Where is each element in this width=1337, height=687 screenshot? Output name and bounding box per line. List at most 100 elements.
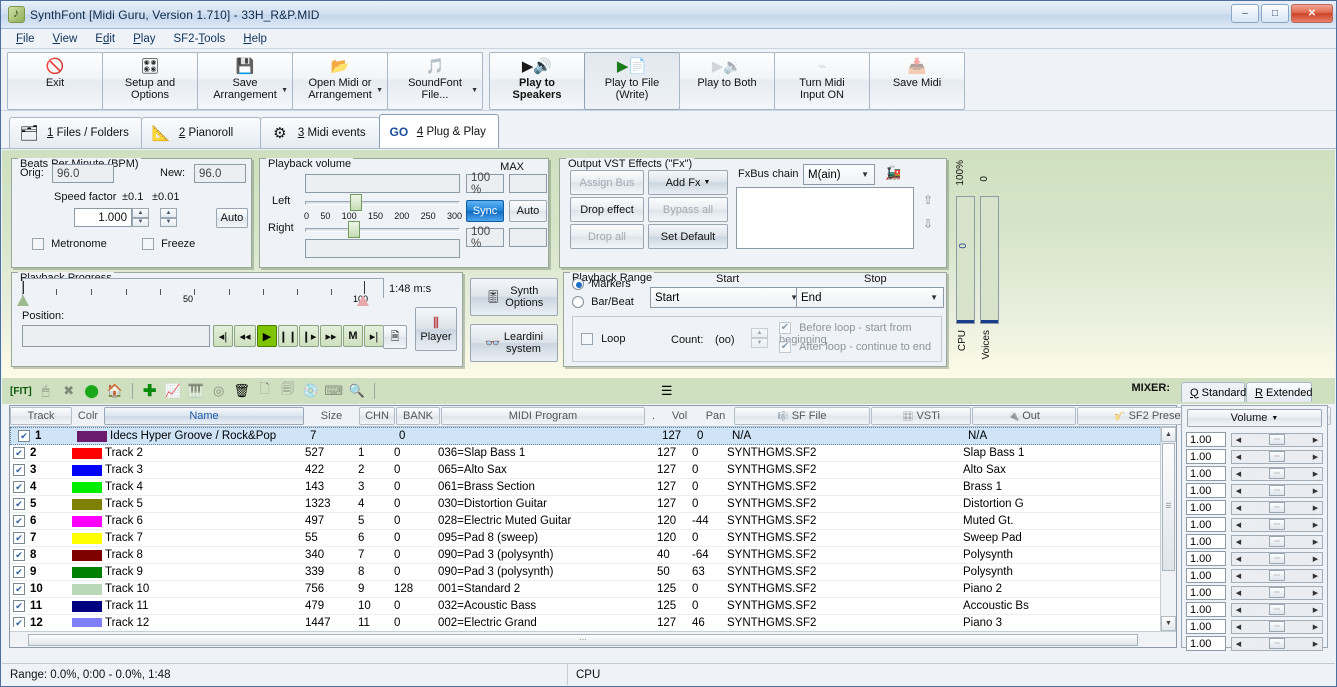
slider-right-arrow-icon[interactable]: ▶ xyxy=(1309,436,1322,444)
track-pan-cell[interactable]: 63 xyxy=(689,566,724,578)
midi-out-cell[interactable]: Piano 3 xyxy=(960,617,1064,627)
track-bank-cell[interactable]: 0 xyxy=(391,566,435,578)
column-header-out[interactable]: 🔌Out xyxy=(972,407,1076,425)
midi-out-cell[interactable]: Polysynth xyxy=(960,566,1064,578)
track-bank-cell[interactable]: 128 xyxy=(391,583,435,595)
mixer-volume-slider[interactable]: ◀ ⋯ ▶ xyxy=(1231,450,1323,464)
track-volume-cell[interactable]: 40 xyxy=(654,549,689,561)
track-enable-checkbox[interactable]: ✔ xyxy=(18,430,30,442)
toolbar-play-to-file-button[interactable]: ▶📄 Play to File (Write) xyxy=(584,52,680,110)
progress-start-marker[interactable] xyxy=(17,295,29,306)
slider-right-arrow-icon[interactable]: ▶ xyxy=(1309,453,1322,461)
sf-file-cell[interactable]: SYNTHGMS.SF2 xyxy=(724,566,860,578)
midi-program-cell[interactable]: 061=Brass Section xyxy=(435,481,639,493)
progress-ruler[interactable]: 50 100 xyxy=(22,278,384,298)
loop-count-stepper[interactable]: ▲▼ xyxy=(751,328,768,348)
column-header-sf-file[interactable]: 🎼SF File xyxy=(734,407,870,425)
mixer-volume-value[interactable]: 1.00 xyxy=(1186,534,1226,549)
track-size-cell[interactable]: 55 xyxy=(302,532,355,544)
mixer-volume-dropdown[interactable]: Volume ▼ xyxy=(1187,409,1322,427)
set-default-button[interactable]: Set Default xyxy=(648,224,728,249)
track-volume-cell[interactable]: 127 xyxy=(659,430,694,442)
track-color-cell[interactable] xyxy=(72,550,102,561)
track-cell[interactable]: ✔8 xyxy=(10,549,72,561)
mixer-volume-slider[interactable]: ◀⋯▶ xyxy=(1231,603,1323,617)
list-view-icon[interactable]: ☰ xyxy=(658,382,676,400)
track-color-cell[interactable] xyxy=(72,448,102,459)
after-loop-wrap[interactable]: ✔ After loop - continue to end xyxy=(779,341,931,353)
track-volume-cell[interactable]: 125 xyxy=(654,583,689,595)
slider-left-arrow-icon[interactable]: ◀ xyxy=(1232,504,1245,512)
table-row[interactable]: ✔8Track 834070090=Pad 3 (polysynth)40-64… xyxy=(10,547,1176,564)
rewind-icon[interactable]: ◂◂ xyxy=(234,325,256,347)
slider-thumb[interactable]: ⋯ xyxy=(1269,451,1285,462)
track-channel-cell[interactable]: 8 xyxy=(355,566,391,578)
trash-icon[interactable]: 🗑 xyxy=(233,382,251,400)
column-header-bank[interactable]: BANK xyxy=(396,407,440,425)
fit-button[interactable]: [FIT] xyxy=(10,386,32,397)
table-vertical-scrollbar[interactable]: ▲ ☰ ▼ xyxy=(1160,427,1176,631)
chevron-down-icon[interactable]: ▼ xyxy=(281,85,288,97)
play-icon[interactable]: ▶ xyxy=(257,325,277,347)
track-cell[interactable]: ✔10 xyxy=(10,583,72,595)
track-name-cell[interactable]: Idecs Hyper Groove / Rock&Pop xyxy=(107,430,307,442)
midi-out-cell[interactable]: N/A xyxy=(965,430,1069,442)
track-name-cell[interactable]: Track 9 xyxy=(102,566,302,578)
mixer-volume-value[interactable]: 1.00 xyxy=(1186,500,1226,515)
track-bank-cell[interactable]: 0 xyxy=(391,532,435,544)
slider-left-arrow-icon[interactable]: ◀ xyxy=(1232,487,1245,495)
synth-options-button[interactable]: 🎚 Synth Options xyxy=(470,278,558,316)
slider-left-arrow-icon[interactable]: ◀ xyxy=(1232,436,1245,444)
slider-left-arrow-icon[interactable]: ◀ xyxy=(1232,453,1245,461)
track-volume-cell[interactable]: 120 xyxy=(654,532,689,544)
track-bank-cell[interactable]: 0 xyxy=(391,617,435,627)
track-cell[interactable]: ✔1 xyxy=(15,430,77,442)
track-cell[interactable]: ✔4 xyxy=(10,481,72,493)
mixer-tab-standard[interactable]: Q Standard xyxy=(1181,382,1245,402)
sf-file-cell[interactable]: SYNTHGMS.SF2 xyxy=(724,481,860,493)
right-volume-slider[interactable] xyxy=(305,228,460,232)
midi-out-cell[interactable]: Piano 2 xyxy=(960,583,1064,595)
drop-effect-button[interactable]: Drop effect xyxy=(570,197,644,222)
fx-chain-list[interactable] xyxy=(736,187,914,249)
range-start-select[interactable]: Start xyxy=(650,287,804,308)
midi-out-cell[interactable]: Distortion G xyxy=(960,498,1064,510)
track-enable-checkbox[interactable]: ✔ xyxy=(13,532,25,544)
stepper-down-icon[interactable]: ▼ xyxy=(751,338,768,348)
track-color-swatch[interactable] xyxy=(72,567,102,578)
track-pan-cell[interactable]: -64 xyxy=(689,549,724,561)
menu-help[interactable]: Help xyxy=(234,31,276,47)
slider-thumb[interactable]: ⋯ xyxy=(1269,485,1285,496)
track-color-cell[interactable] xyxy=(72,584,102,595)
track-color-swatch[interactable] xyxy=(72,465,102,476)
toolbar-open-midi-button[interactable]: 📂 Open Midi or Arrangement ▼ xyxy=(292,52,388,110)
track-channel-cell[interactable]: 2 xyxy=(355,464,391,476)
slider-left-arrow-icon[interactable]: ◀ xyxy=(1232,572,1245,580)
track-color-swatch[interactable] xyxy=(72,601,102,612)
slider-left-arrow-icon[interactable]: ◀ xyxy=(1232,521,1245,529)
table-row[interactable]: ✔4Track 414330061=Brass Section1270SYNTH… xyxy=(10,479,1176,496)
mixer-volume-slider[interactable]: ◀⋯▶ xyxy=(1231,637,1323,651)
sf-file-cell[interactable]: SYNTHGMS.SF2 xyxy=(724,549,860,561)
slider-thumb[interactable]: ⋯ xyxy=(1269,468,1285,479)
sync-button[interactable]: Sync xyxy=(466,200,504,222)
mixer-volume-value[interactable]: 1.00 xyxy=(1186,619,1226,634)
track-channel-cell[interactable]: 9 xyxy=(355,583,391,595)
track-channel-cell[interactable]: 5 xyxy=(355,515,391,527)
table-row[interactable]: ✔9Track 933980090=Pad 3 (polysynth)5063S… xyxy=(10,564,1176,581)
copy-page-icon[interactable]: 🗋 xyxy=(256,382,274,400)
track-volume-cell[interactable]: 127 xyxy=(654,447,689,459)
mixer-volume-value[interactable]: 1.00 xyxy=(1186,483,1226,498)
midi-out-cell[interactable]: Muted Gt. xyxy=(960,515,1064,527)
toolbar-save-midi-button[interactable]: 📥 Save Midi xyxy=(869,52,965,110)
loop-checkbox[interactable] xyxy=(581,333,593,345)
track-color-swatch[interactable] xyxy=(77,431,107,442)
midi-out-cell[interactable]: Slap Bass 1 xyxy=(960,447,1064,459)
track-name-cell[interactable]: Track 8 xyxy=(102,549,302,561)
column-header-track[interactable]: Track xyxy=(10,407,72,425)
track-channel-cell[interactable]: 7 xyxy=(355,549,391,561)
home-icon[interactable]: 🏠 xyxy=(106,382,124,400)
track-cell[interactable]: ✔3 xyxy=(10,464,72,476)
track-volume-cell[interactable]: 127 xyxy=(654,464,689,476)
metronome-checkbox[interactable] xyxy=(32,238,44,250)
